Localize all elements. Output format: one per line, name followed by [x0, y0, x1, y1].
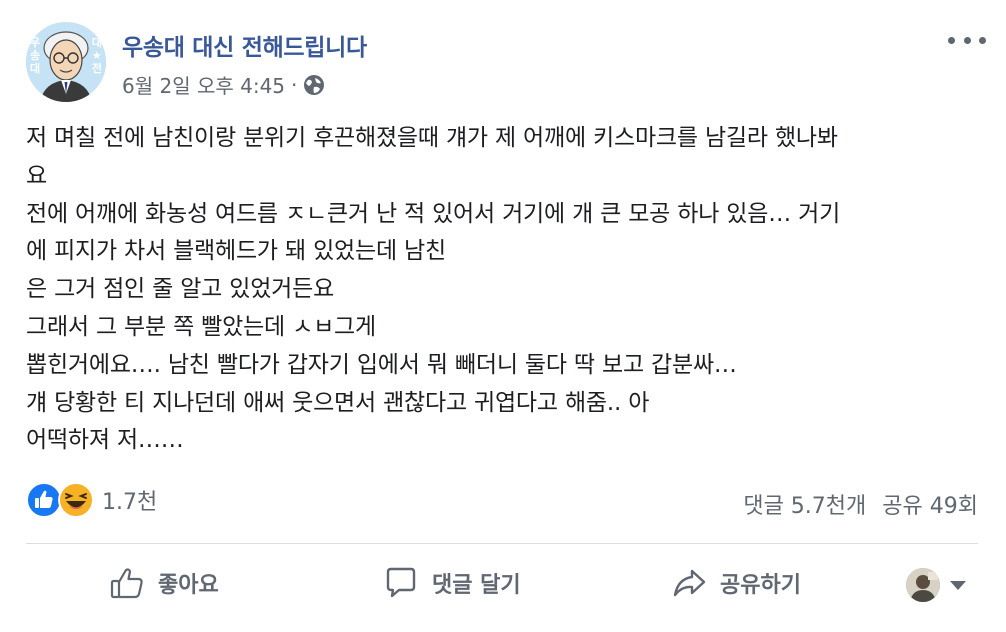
reactions-summary[interactable]: 1.7천 [26, 482, 157, 518]
share-arrow-icon [673, 569, 706, 597]
chevron-down-icon [950, 580, 966, 590]
avatar-badge-right: 대 ★ 전 [92, 36, 102, 75]
avatar-badge-char: 우 [30, 36, 41, 49]
viewer-avatar [906, 568, 940, 602]
comment-label: 댓글 달기 [432, 573, 521, 598]
more-dot [963, 36, 971, 44]
comment-button[interactable]: 댓글 달기 [382, 558, 521, 608]
post-line: 저 며칠 전에 남친이랑 분위기 후끈해졌을때 걔가 제 어깨에 키스마크를 남… [26, 125, 838, 151]
post-line: 은 그거 점인 줄 알고 있었거든요 [26, 276, 335, 303]
post-meta: 6월 2일 오후 4:45 · [122, 70, 325, 99]
post-line: 그래서 그 부분 쪽 빨았는데 ㅅㅂ그게 [26, 313, 376, 340]
divider [26, 543, 978, 544]
reaction-count[interactable]: 1.7천 [102, 484, 157, 516]
more-options-icon[interactable] [948, 30, 986, 50]
share-button[interactable]: 공유하기 [670, 558, 801, 608]
avatar-badge-left: 우 송 대 [30, 36, 40, 75]
page-avatar[interactable]: 우 송 대 대 ★ 전 [26, 22, 106, 102]
facebook-post: 우 송 대 대 ★ 전 우송대 대신 전해드립니다 6월 2일 오후 4:45 … [0, 0, 1006, 632]
post-actions: 좋아요 댓글 달기 공유하기 [26, 552, 978, 616]
thumbs-up-icon [110, 568, 143, 599]
post-line: 요 [26, 162, 47, 189]
like-label: 좋아요 [158, 573, 219, 598]
comment-count[interactable]: 댓글 5.7천개 [743, 494, 866, 519]
more-dot [979, 36, 986, 44]
avatar-badge-char: 대 [30, 62, 41, 75]
viewer-selector[interactable] [906, 568, 966, 602]
more-dot [948, 36, 955, 44]
like-icon [26, 482, 62, 518]
post-line: 걔 당황한 티 지나던데 애써 웃으면서 괜찮다고 귀엽다고 해줌.. 아 [26, 389, 650, 416]
post-line: 어떡하져 저…… [26, 427, 184, 454]
post-stats: 1.7천 댓글 5.7천개 공유 49회 [26, 480, 978, 522]
share-count[interactable]: 공유 49회 [882, 494, 978, 519]
post-line: 에 피지가 차서 블랙헤드가 돼 있었는데 남친 [26, 238, 446, 265]
engagement-counts: 댓글 5.7천개 공유 49회 [743, 488, 978, 520]
comment-bubble-icon [386, 567, 416, 598]
meta-separator: · [291, 72, 298, 97]
avatar-badge-char: 송 [30, 49, 41, 62]
post-body: 저 며칠 전에 남친이랑 분위기 후끈해졌을때 걔가 제 어깨에 키스마크를 남… [26, 120, 976, 460]
author-name[interactable]: 우송대 대신 전해드립니다 [122, 28, 367, 62]
like-button[interactable]: 좋아요 [108, 558, 219, 608]
post-line: 전에 어깨에 화농성 여드름 ㅈㄴ큰거 난 적 있어서 거기에 개 큰 모공 하… [26, 200, 841, 227]
share-label: 공유하기 [720, 573, 801, 598]
globe-icon[interactable] [303, 74, 325, 96]
post-header: 우 송 대 대 ★ 전 우송대 대신 전해드립니다 6월 2일 오후 4:45 … [26, 22, 986, 108]
post-line: 뽑힌거에요…. 남친 빨다가 갑자기 입에서 뭐 빼더니 둘다 딱 보고 갑분싸… [26, 351, 737, 378]
avatar-badge-char: 전 [91, 62, 102, 75]
haha-icon [58, 482, 94, 518]
avatar-badge-char: ★ [91, 49, 102, 62]
avatar-badge-char: 대 [91, 36, 102, 49]
post-timestamp[interactable]: 6월 2일 오후 4:45 [122, 70, 285, 99]
